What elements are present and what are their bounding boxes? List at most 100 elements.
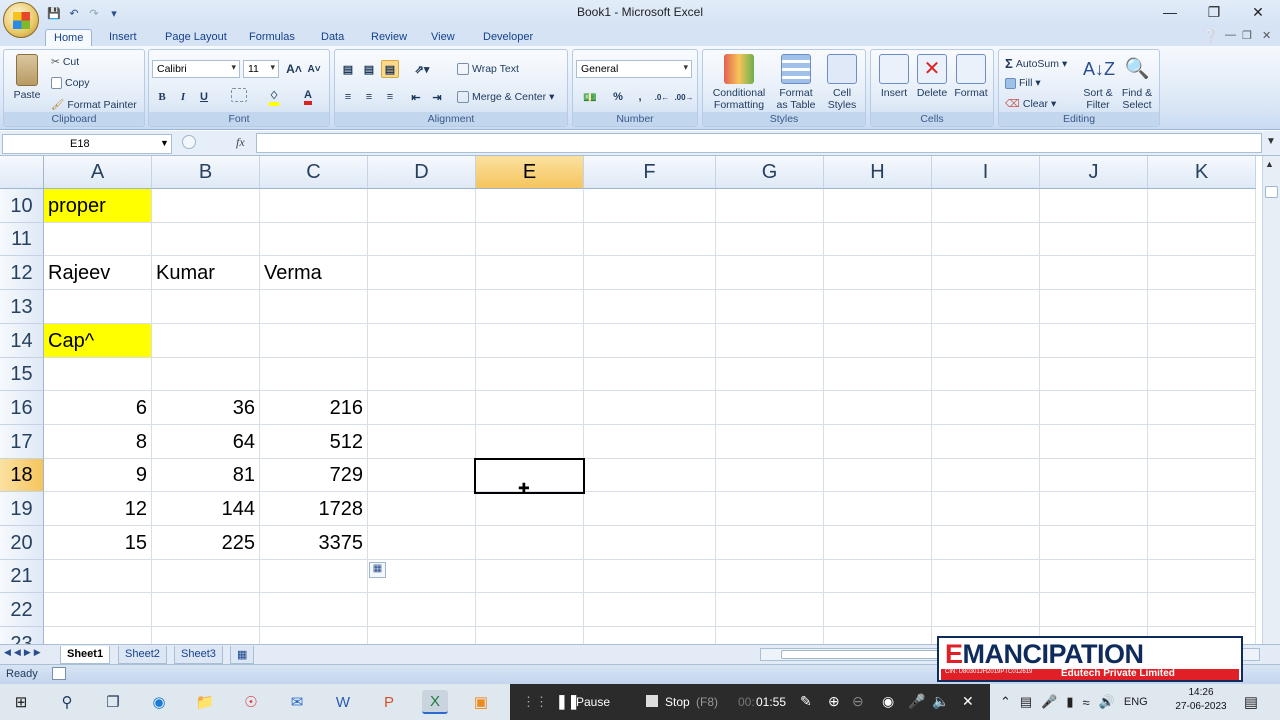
row-header-13[interactable]: 13: [0, 290, 44, 324]
sort-filter-button[interactable]: A↓Z Sort & Filter: [1079, 54, 1117, 111]
cell-g21[interactable]: [716, 560, 824, 593]
cell-h22[interactable]: [824, 593, 932, 627]
powerpoint-icon[interactable]: P: [376, 690, 402, 714]
volume-icon[interactable]: 🔊: [1099, 694, 1115, 710]
increase-indent-icon[interactable]: ⇥: [428, 88, 446, 106]
cell-f21[interactable]: [584, 560, 716, 593]
cell-f14[interactable]: [584, 324, 716, 358]
cell-d17[interactable]: [368, 425, 476, 459]
insert-cells-button[interactable]: Insert: [875, 54, 913, 99]
language-indicator[interactable]: ENG: [1124, 696, 1148, 708]
column-header-a[interactable]: A: [44, 156, 152, 189]
zoom-out-icon[interactable]: ⊖: [852, 693, 864, 710]
cell-j22[interactable]: [1040, 593, 1148, 627]
cell-h11[interactable]: [824, 223, 932, 256]
cell-e14[interactable]: [476, 324, 584, 358]
cell-c10[interactable]: [260, 189, 368, 223]
cell-b16[interactable]: 36: [152, 391, 260, 425]
cell-a21[interactable]: [44, 560, 152, 593]
webcam-icon[interactable]: ◉: [882, 693, 894, 710]
format-painter-button[interactable]: 🖌 Format Painter: [51, 98, 137, 112]
cell-i12[interactable]: [932, 256, 1040, 290]
vertical-scrollbar[interactable]: ▲: [1262, 156, 1280, 644]
wrap-text-button[interactable]: Wrap Text: [457, 63, 519, 75]
cell-j10[interactable]: [1040, 189, 1148, 223]
cell-b18[interactable]: 81: [152, 459, 260, 492]
help-icon[interactable]: ❔: [1203, 29, 1218, 43]
shrink-font-icon[interactable]: A˅: [305, 60, 323, 78]
cell-f16[interactable]: [584, 391, 716, 425]
align-bottom-icon[interactable]: ▤: [381, 60, 399, 78]
save-icon[interactable]: 💾: [46, 5, 62, 21]
paste-options-icon[interactable]: ▦: [369, 562, 386, 578]
cell-i18[interactable]: [932, 459, 1040, 492]
cell-j15[interactable]: [1040, 358, 1148, 391]
cell-e19[interactable]: [476, 492, 584, 526]
row-header-18[interactable]: 18: [0, 459, 44, 492]
align-center-icon[interactable]: ≡: [360, 88, 378, 106]
cell-i10[interactable]: [932, 189, 1040, 223]
drag-handle-icon[interactable]: ⋮⋮: [522, 694, 548, 710]
column-header-h[interactable]: H: [824, 156, 932, 189]
cell-d22[interactable]: [368, 593, 476, 627]
fill-button[interactable]: Fill ▾: [1005, 77, 1041, 89]
cell-c12[interactable]: Verma: [260, 256, 368, 290]
cell-k20[interactable]: [1148, 526, 1256, 560]
row-header-20[interactable]: 20: [0, 526, 44, 560]
cell-g11[interactable]: [716, 223, 824, 256]
close-button[interactable]: ✕: [1236, 0, 1280, 24]
cell-b15[interactable]: [152, 358, 260, 391]
word-icon[interactable]: W: [330, 690, 356, 714]
fill-color-icon[interactable]: ♢: [265, 88, 283, 106]
cell-j13[interactable]: [1040, 290, 1148, 324]
zoom-in-icon[interactable]: ⊕: [828, 693, 840, 710]
cell-h21[interactable]: [824, 560, 932, 593]
cell-j20[interactable]: [1040, 526, 1148, 560]
column-header-g[interactable]: G: [716, 156, 824, 189]
column-header-c[interactable]: C: [260, 156, 368, 189]
formula-input[interactable]: [256, 133, 1262, 153]
cell-d14[interactable]: [368, 324, 476, 358]
cell-e13[interactable]: [476, 290, 584, 324]
cell-e20[interactable]: [476, 526, 584, 560]
find-select-button[interactable]: 🔍 Find & Select: [1117, 54, 1157, 111]
column-header-j[interactable]: J: [1040, 156, 1148, 189]
speaker-icon[interactable]: 🔈: [932, 693, 949, 710]
recorder-app-icon[interactable]: ▣: [468, 690, 494, 714]
font-color-icon[interactable]: A: [299, 88, 317, 106]
align-right-icon[interactable]: ≡: [381, 88, 399, 106]
cell-c15[interactable]: [260, 358, 368, 391]
cell-g23[interactable]: [716, 627, 824, 644]
cell-e22[interactable]: [476, 593, 584, 627]
cell-j21[interactable]: [1040, 560, 1148, 593]
row-header-17[interactable]: 17: [0, 425, 44, 459]
cell-j14[interactable]: [1040, 324, 1148, 358]
sheet-tab-sheet3[interactable]: Sheet3: [174, 646, 223, 664]
borders-icon[interactable]: [231, 88, 247, 102]
cell-a18[interactable]: 9: [44, 459, 152, 492]
wifi-icon[interactable]: ≈: [1083, 695, 1090, 710]
cell-e16[interactable]: [476, 391, 584, 425]
tab-home[interactable]: Home: [45, 29, 93, 46]
cell-g15[interactable]: [716, 358, 824, 391]
scroll-up-icon[interactable]: ▲: [1265, 159, 1274, 169]
cell-k15[interactable]: [1148, 358, 1256, 391]
cell-k12[interactable]: [1148, 256, 1256, 290]
row-header-15[interactable]: 15: [0, 358, 44, 391]
cell-g17[interactable]: [716, 425, 824, 459]
mic-icon[interactable]: 🎤: [908, 693, 925, 710]
cell-h20[interactable]: [824, 526, 932, 560]
cell-a13[interactable]: [44, 290, 152, 324]
cell-a20[interactable]: 15: [44, 526, 152, 560]
underline-icon[interactable]: U: [195, 88, 213, 106]
chevron-up-icon[interactable]: ⌃: [1000, 694, 1011, 710]
cell-a19[interactable]: 12: [44, 492, 152, 526]
grow-font-icon[interactable]: A˄: [285, 60, 303, 78]
cell-i22[interactable]: [932, 593, 1040, 627]
battery-icon[interactable]: ▮: [1066, 694, 1073, 710]
cell-g18[interactable]: [716, 459, 824, 492]
cell-i14[interactable]: [932, 324, 1040, 358]
cell-f15[interactable]: [584, 358, 716, 391]
cell-e12[interactable]: [476, 256, 584, 290]
tab-data[interactable]: Data: [313, 29, 352, 46]
